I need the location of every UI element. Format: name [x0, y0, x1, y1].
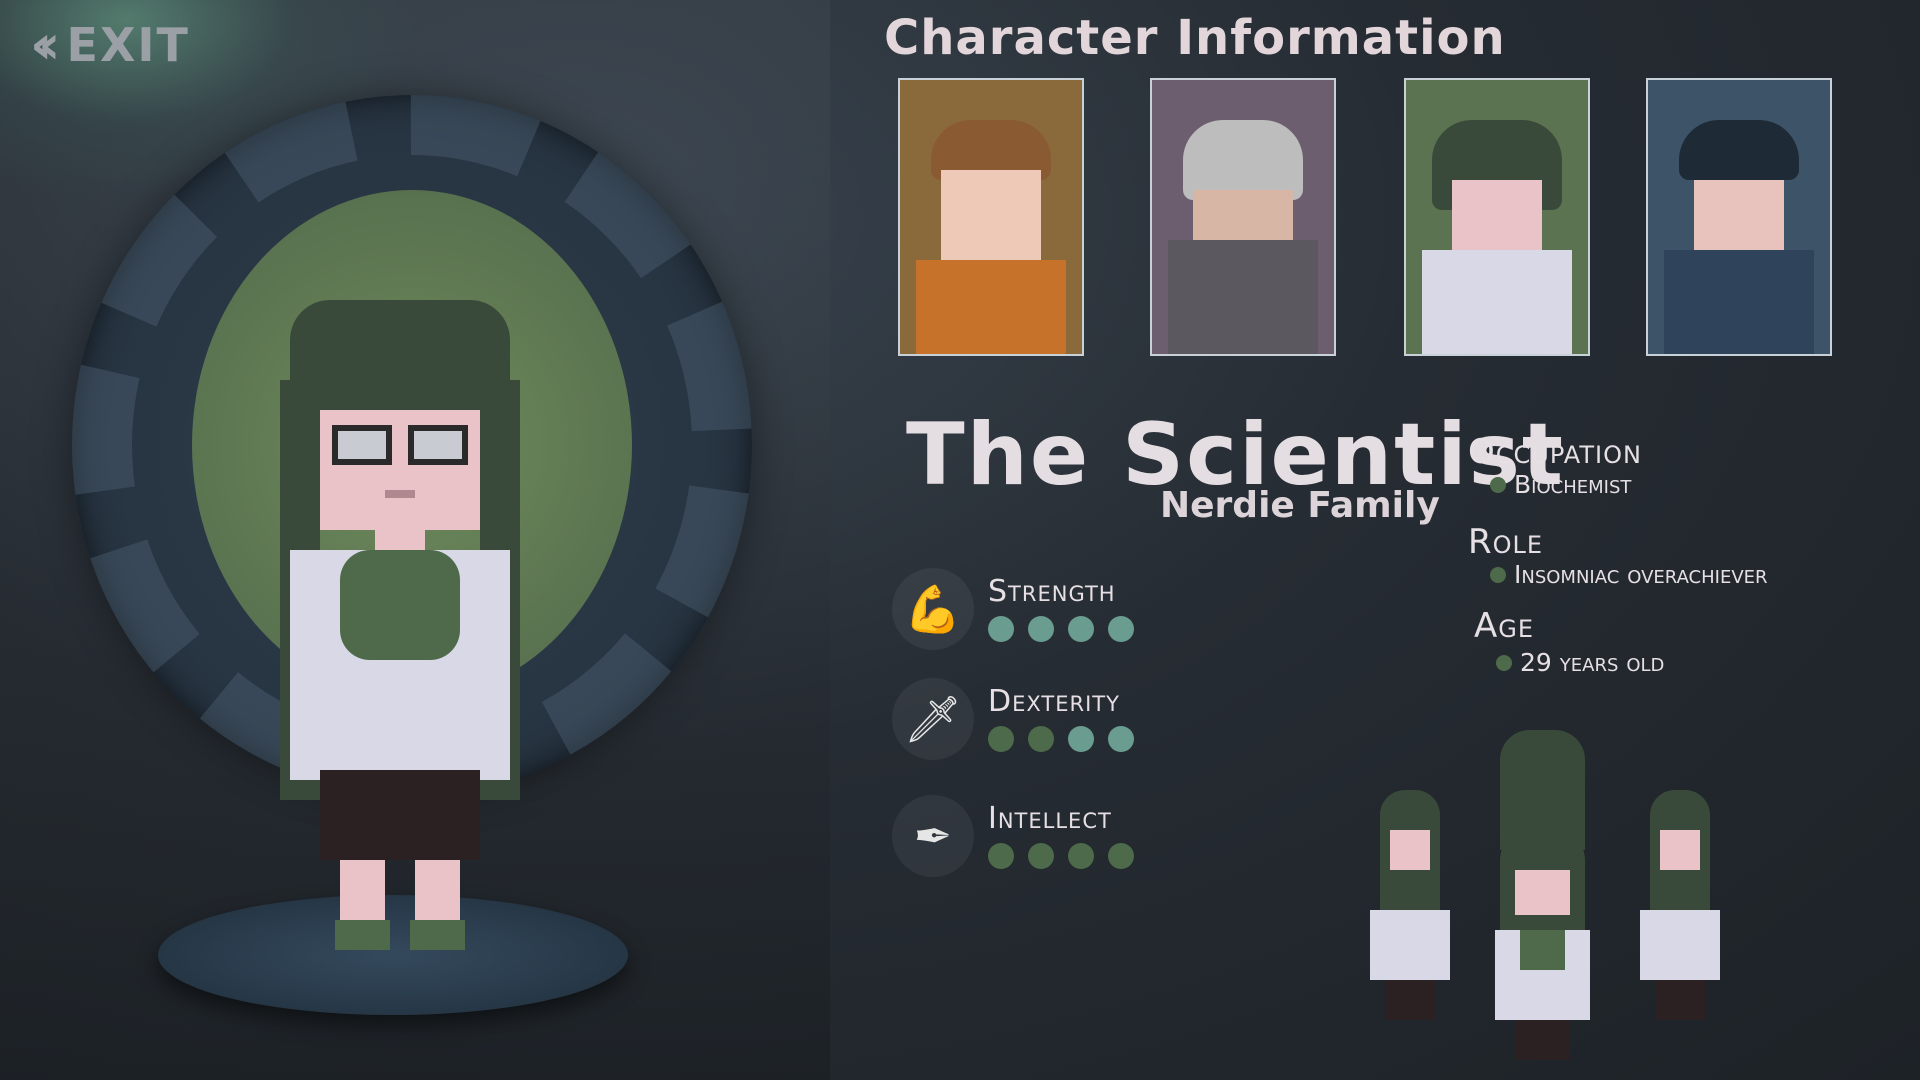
stat-dot [1068, 616, 1094, 642]
dagger-icon: 🗡 [892, 678, 974, 760]
portrait-helmet-soldier[interactable] [1150, 78, 1336, 356]
stat-label: Intellect [988, 801, 1112, 836]
age-value: 29 years old [1496, 648, 1664, 677]
quill-icon: ✒ [892, 795, 974, 877]
stat-label: Strength [988, 574, 1116, 609]
portrait-scientist[interactable] [1404, 78, 1590, 356]
flexed-arm-icon: 💪 [892, 568, 974, 650]
stat-dots [988, 726, 1134, 752]
role-value: Insomniac overachiever [1490, 560, 1768, 589]
stat-dot [1028, 616, 1054, 642]
bullet-icon [1496, 654, 1512, 671]
portrait-brown-haired-boy[interactable] [898, 78, 1084, 356]
panel-title: Character Information [884, 10, 1506, 66]
stat-dots [988, 843, 1134, 869]
character-family: Nerdie Family [1160, 485, 1440, 526]
occupation-text: Biochemist [1514, 470, 1632, 499]
occupation-label: Occupation [1468, 432, 1642, 472]
stat-dot [988, 726, 1014, 752]
age-text: 29 years old [1520, 648, 1665, 677]
occupation-value: Biochemist [1490, 470, 1631, 499]
sprite-left [1370, 790, 1450, 1020]
bullet-icon [1490, 566, 1506, 583]
portrait-police-officer[interactable] [1646, 78, 1832, 356]
stat-dot [1068, 726, 1094, 752]
stat-dot [1108, 726, 1134, 752]
double-chevron-left-icon: ‹‹ [30, 13, 60, 76]
stat-dot [1068, 843, 1094, 869]
sprite-front [1495, 830, 1590, 1060]
stat-dot [988, 616, 1014, 642]
exit-button[interactable]: ‹‹ EXIT [30, 13, 190, 76]
age-label: Age [1474, 606, 1535, 646]
stat-dot [1028, 843, 1054, 869]
character-preview [280, 300, 520, 960]
role-label: Role [1468, 522, 1544, 562]
stat-dot [1108, 616, 1134, 642]
stat-dots [988, 616, 1134, 642]
stat-dot [988, 843, 1014, 869]
stat-dot [1028, 726, 1054, 752]
role-text: Insomniac overachiever [1514, 560, 1768, 589]
exit-label: EXIT [66, 18, 190, 72]
stat-dot [1108, 843, 1134, 869]
stat-label: Dexterity [988, 684, 1120, 719]
bullet-icon [1490, 476, 1506, 493]
sprite-right [1640, 790, 1720, 1020]
